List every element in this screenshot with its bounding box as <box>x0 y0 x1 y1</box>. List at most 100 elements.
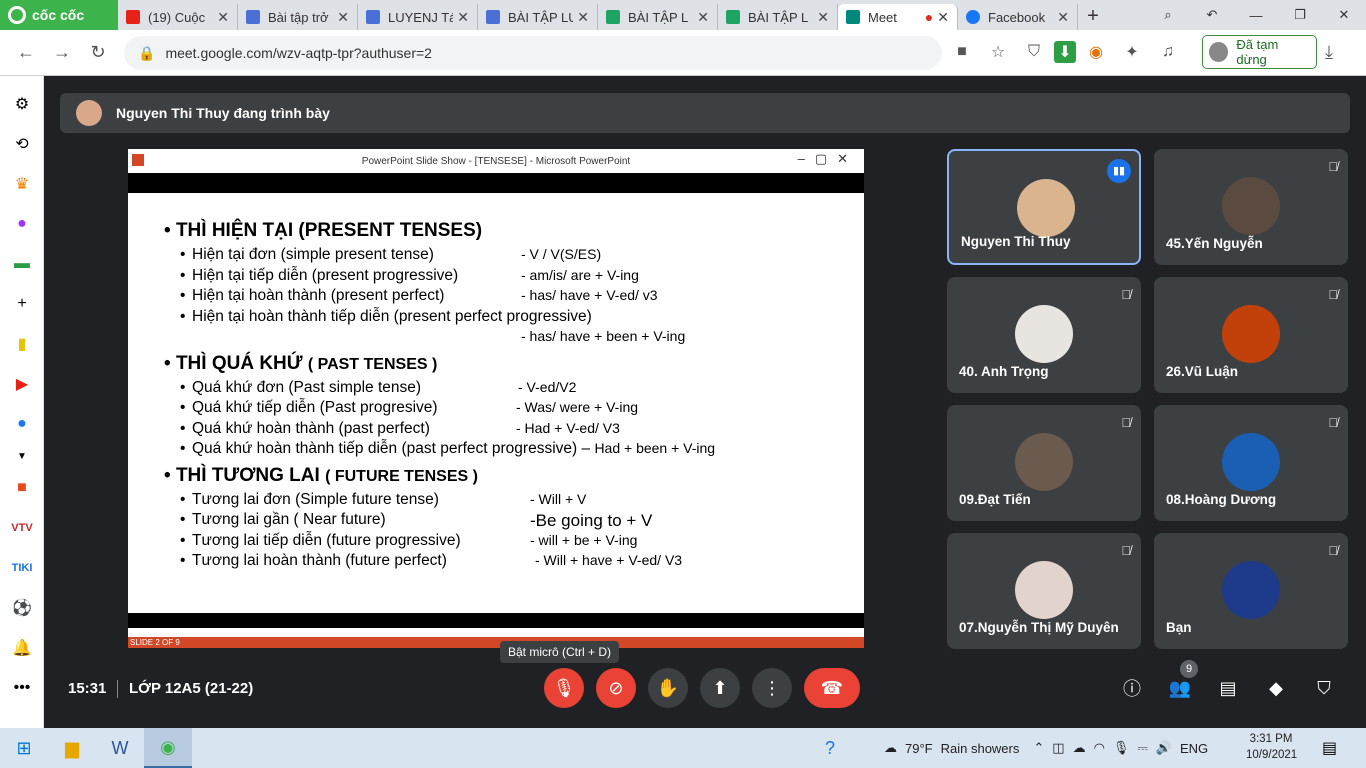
participant-tile[interactable]: 🎙̸ 09.Đạt Tiến <box>947 405 1141 521</box>
tab-bar: cốc cốc (19) Cuộc ✕ Bài tập trở ✕ LUYENJ T… <box>0 0 1366 30</box>
wifi-icon[interactable]: ◠ <box>1094 740 1105 756</box>
football-icon[interactable]: ⚽ <box>0 588 44 628</box>
more-options-button[interactable]: ⋮ <box>752 668 792 708</box>
vtv-icon[interactable]: VTV <box>0 508 44 548</box>
downloads-icon[interactable]: ⤓ <box>1325 42 1333 63</box>
back-icon[interactable]: ↶ <box>1190 7 1234 23</box>
maximize-icon[interactable]: ❐ <box>1278 7 1322 23</box>
new-tab-button[interactable]: + <box>1078 4 1108 30</box>
tab[interactable]: Facebook ✕ <box>958 4 1078 30</box>
start-windows-icon[interactable]: ⊞ <box>0 728 48 768</box>
tiki-icon[interactable]: TIKI <box>0 548 44 588</box>
notification-bell-icon[interactable]: 🔔 <box>0 628 44 668</box>
bookmark-star-icon[interactable]: ☆ <box>982 36 1014 68</box>
chevron-up-icon[interactable]: ⌃ <box>1033 740 1044 756</box>
close-tab-icon[interactable]: ✕ <box>217 9 229 26</box>
camera-off-icon: ⊘ <box>608 677 624 698</box>
url-field[interactable]: 🔒 meet.google.com/wzv-aqtp-tpr?authuser=2 <box>124 36 942 70</box>
add-icon[interactable]: + <box>0 284 44 324</box>
forward-arrow-icon[interactable]: → <box>44 42 80 63</box>
slide-line: • Tương lai gần ( Near future) -Be going t… <box>180 511 653 530</box>
tab[interactable]: BÀI TẬP L ✕ <box>598 4 718 30</box>
people-button[interactable]: 👥 <box>1166 674 1194 702</box>
volume-icon[interactable]: 🔊 <box>1156 740 1172 756</box>
youtube-sidebar-icon[interactable]: ▶ <box>0 364 44 404</box>
participant-tile[interactable]: 🎙̸ 08.Hoàng Dương <box>1154 405 1348 521</box>
tab[interactable]: (19) Cuộc ✕ <box>118 4 238 30</box>
extensions-icon[interactable]: ✦ <box>1116 36 1148 68</box>
camera-toggle-button[interactable]: ⊘ <box>596 668 636 708</box>
close-tab-icon[interactable]: ✕ <box>457 9 469 26</box>
shield-icon[interactable]: ⛉ <box>1018 36 1050 68</box>
slide-line: • Tương lai hoàn thành (future perfect) - … <box>180 552 683 569</box>
music-icon[interactable]: ♫ <box>1152 36 1184 68</box>
tab-title: Bài tập trở <box>268 9 329 25</box>
taskbar-clock[interactable]: 3:31 PM 10/9/2021 <box>1246 731 1297 763</box>
expand-chevron-icon[interactable]: ▼ <box>0 444 44 468</box>
back-arrow-icon[interactable]: ← <box>8 42 44 63</box>
note-icon[interactable]: ▮ <box>0 324 44 364</box>
chat-button[interactable]: ▤ <box>1214 674 1242 702</box>
participant-tile[interactable]: 🎙̸ 40. Anh Trọng <box>947 277 1141 393</box>
participant-name: 40. Anh Trọng <box>959 364 1049 379</box>
profile-paused-button[interactable]: Đã tạm dừng <box>1202 35 1317 69</box>
activities-button[interactable]: ◆ <box>1262 674 1290 702</box>
game-icon[interactable]: ▬ <box>0 244 44 284</box>
participant-tile[interactable]: ▮▮ Nguyen Thi Thuy <box>947 149 1141 265</box>
participant-tile[interactable]: 🎙̸ 07.Nguyễn Thị Mỹ Duyên <box>947 533 1141 649</box>
close-tab-icon[interactable]: ✕ <box>697 9 709 26</box>
participant-tile[interactable]: 🎙̸ 26.Vũ Luận <box>1154 277 1348 393</box>
download-icon[interactable]: ⬇ <box>1054 41 1076 63</box>
shopping-1010-icon[interactable]: ■ <box>0 468 44 508</box>
avatar <box>1015 433 1073 491</box>
present-button[interactable]: ⬆ <box>700 668 740 708</box>
participant-tile[interactable]: 🎙̸ 45.Yến Nguyễn <box>1154 149 1348 265</box>
host-controls-button[interactable]: ⛉ <box>1310 674 1338 702</box>
raise-hand-button[interactable]: ✋ <box>648 668 688 708</box>
meet-tray-icon[interactable]: ◫ <box>1052 740 1064 756</box>
close-tab-icon[interactable]: ✕ <box>937 9 949 26</box>
coccoc-taskbar-icon[interactable]: ◉ <box>144 728 192 768</box>
history-icon[interactable]: ⟲ <box>0 124 44 164</box>
more-icon[interactable]: ••• <box>0 668 44 708</box>
meeting-details-button[interactable]: ⓘ <box>1118 674 1146 702</box>
avatar <box>1222 305 1280 363</box>
messenger-icon[interactable]: ● <box>0 204 44 244</box>
close-tab-icon[interactable]: ✕ <box>337 9 349 26</box>
tab-search-icon[interactable]: ⌕ <box>1146 7 1190 23</box>
help-icon[interactable]: ? <box>806 728 854 768</box>
browser-brand[interactable]: cốc cốc <box>0 0 118 30</box>
mic-off-icon: 🎙̸ <box>1121 543 1131 558</box>
mic-toggle-button[interactable]: 🎙 <box>544 668 584 708</box>
leave-call-button[interactable]: ☎ <box>804 668 860 708</box>
file-explorer-icon[interactable]: ▆ <box>48 728 96 768</box>
close-tab-icon[interactable]: ✕ <box>817 9 829 26</box>
tab[interactable]: BÀI TẬP LU ✕ <box>478 4 598 30</box>
tab[interactable]: BÀI TẬP L ✕ <box>718 4 838 30</box>
notification-center-icon[interactable]: ▤ <box>1322 738 1337 758</box>
close-tab-icon[interactable]: ✕ <box>577 9 589 26</box>
participant-tile-self[interactable]: 🎙̸ Bạn <box>1154 533 1348 649</box>
antivirus-icon[interactable]: ☁ <box>1073 740 1086 756</box>
network-icon[interactable]: ⎓ <box>1137 740 1147 756</box>
mic-tray-icon[interactable]: 🎙 <box>1113 740 1130 756</box>
minimize-icon[interactable]: — <box>1234 8 1278 23</box>
tab[interactable]: LUYENJ Tá ✕ <box>358 4 478 30</box>
facebook-sidebar-icon[interactable]: ● <box>0 404 44 444</box>
camera-icon[interactable]: ■ <box>946 36 978 68</box>
tab-meet-active[interactable]: Meet ● ✕ <box>838 4 958 30</box>
reload-icon[interactable]: ↻ <box>80 42 116 63</box>
close-tab-icon[interactable]: ✕ <box>1057 9 1069 26</box>
slide-line: • Quá khứ đơn (Past simple tense) - V-ed/V… <box>180 378 577 396</box>
language-indicator[interactable]: ENG <box>1180 741 1208 756</box>
slide-heading: • THÌ QUÁ KHỨ ( PAST TENSES ) <box>164 352 438 374</box>
crown-icon[interactable]: ♛ <box>0 164 44 204</box>
tab[interactable]: Bài tập trở ✕ <box>238 4 358 30</box>
close-window-icon[interactable]: ✕ <box>1322 7 1366 23</box>
word-icon[interactable]: W <box>96 728 144 768</box>
facebook-icon <box>966 10 980 24</box>
powerpoint-title: PowerPoint Slide Show - [TENSESE] - Micr… <box>361 155 631 167</box>
participant-name: 09.Đạt Tiến <box>959 492 1031 507</box>
settings-gear-icon[interactable]: ⚙ <box>0 84 44 124</box>
chrome-icon[interactable]: ◉ <box>1080 36 1112 68</box>
